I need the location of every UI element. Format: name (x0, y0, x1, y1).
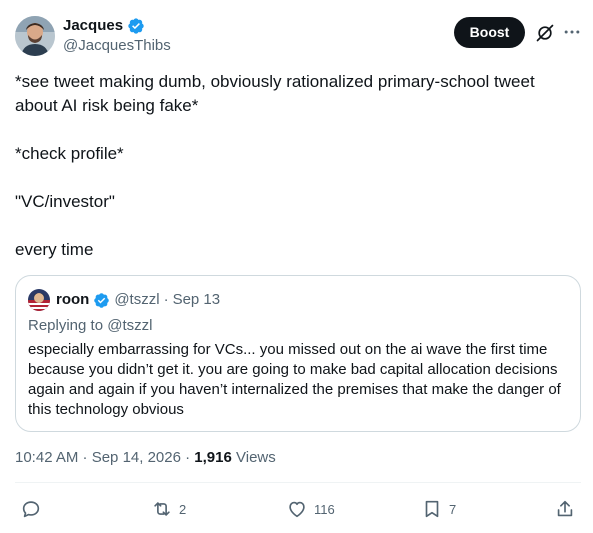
like-count: 116 (314, 501, 335, 517)
replying-to: Replying to @tszzl (28, 317, 153, 334)
views-label: Views (231, 449, 276, 466)
quoted-author-name[interactable]: roon (56, 290, 89, 310)
views-count: 1,916 (194, 449, 232, 466)
tweet-line: *check profile* (15, 144, 124, 163)
author-handle[interactable]: @JacquesThibs (63, 36, 171, 56)
quoted-tweet-header: roon @tszzl · Sep 13 (28, 289, 220, 311)
verified-badge-icon (94, 292, 110, 308)
repost-count: 2 (179, 501, 187, 517)
quoted-tweet-text: especially embarrassing for VCs... you m… (28, 341, 561, 418)
quoted-author-handle[interactable]: @tszzl (114, 290, 159, 310)
tweet-text: *see tweet making dumb, obviously ration… (15, 70, 575, 262)
tweet-timestamp[interactable]: 10:42 AM · Sep 14, 2026 · (15, 449, 194, 466)
author-display-name[interactable]: Jacques (63, 16, 123, 36)
tweet-line: every time (15, 240, 94, 259)
heart-icon (289, 501, 305, 518)
share-button[interactable] (554, 497, 576, 521)
tweet-meta: 10:42 AM · Sep 14, 2026 · 1,916 Views (15, 448, 276, 468)
tweet-line: *see tweet making dumb, obviously ration… (15, 72, 535, 115)
repost-icon (154, 502, 170, 516)
author-avatar[interactable] (15, 16, 55, 56)
more-icon[interactable] (562, 22, 582, 42)
share-icon (557, 500, 573, 517)
tweet-header: Jacques @JacquesThibs Boost (15, 14, 585, 58)
quoted-tweet[interactable]: roon @tszzl · Sep 13 Replying to @tszzl … (15, 275, 581, 432)
tweet-line: "VC/investor" (15, 192, 115, 211)
bookmark-count: 7 (449, 501, 457, 517)
quoted-author-avatar[interactable] (28, 289, 50, 311)
divider (15, 482, 581, 483)
separator-dot: · (163, 291, 169, 308)
grok-icon[interactable] (535, 23, 555, 43)
like-button[interactable]: 116 (286, 497, 335, 521)
bookmark-button[interactable]: 7 (421, 497, 456, 521)
quoted-tweet-date[interactable]: Sep 13 (173, 290, 221, 310)
author-name-row: Jacques (63, 16, 145, 36)
repost-button[interactable]: 2 (151, 497, 186, 521)
verified-badge-icon (128, 18, 144, 34)
reply-icon (22, 501, 40, 518)
reply-button[interactable] (20, 497, 48, 521)
bookmark-icon (425, 500, 439, 518)
boost-button[interactable]: Boost (454, 17, 525, 48)
